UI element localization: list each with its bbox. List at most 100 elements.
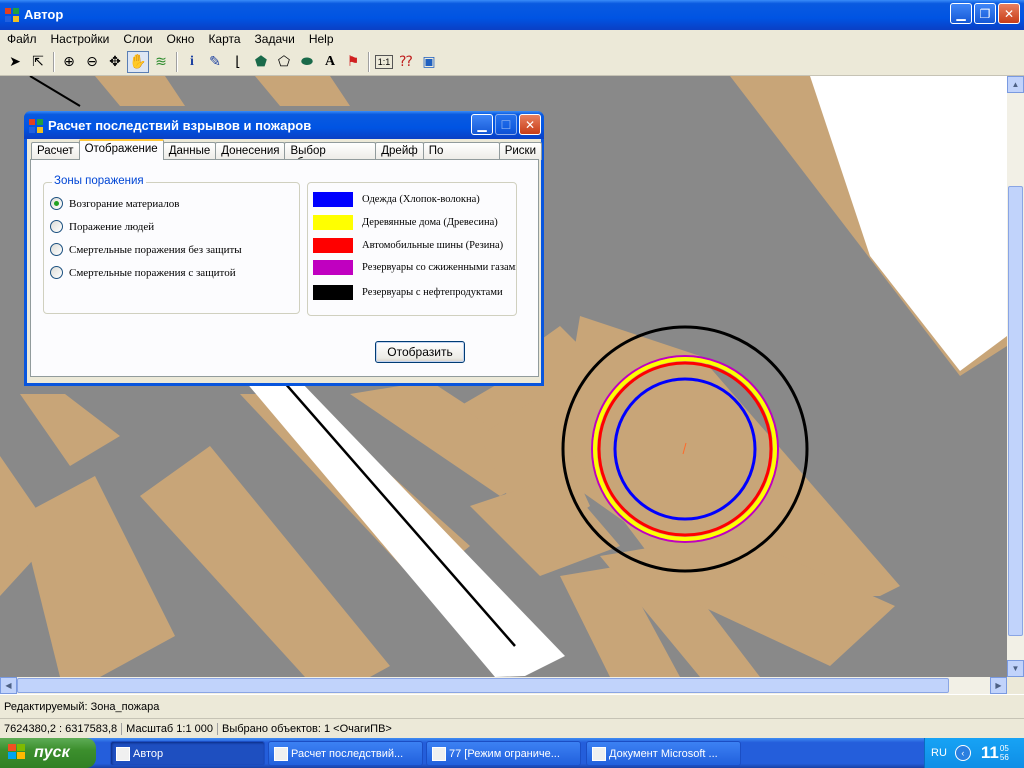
scroll-down-button[interactable]: ▼: [1007, 660, 1024, 677]
polyline-icon[interactable]: ⌊: [227, 51, 249, 73]
minimize-button[interactable]: ▁: [950, 3, 972, 24]
dialog-app-icon: [29, 119, 43, 133]
calc-dialog: Расчет последствий взрывов и пожаров ▁ ☐…: [24, 111, 544, 386]
status-bar: 7624380,2 : 6317583,8 Масштаб 1:1 000 Вы…: [0, 718, 1024, 738]
legend-swatch: [313, 215, 353, 230]
dialog-close-button[interactable]: ✕: [519, 114, 541, 135]
radio-label: Смертельные поражения с защитой: [69, 266, 236, 279]
legend-item: Резервуары с нефтепродуктами: [313, 285, 503, 300]
move-icon[interactable]: ✥: [104, 51, 126, 73]
menu-layers[interactable]: Слои: [116, 32, 159, 46]
language-indicator[interactable]: RU: [931, 747, 947, 759]
start-label: пуск: [34, 744, 70, 761]
radio-zone-lethal-unprotected[interactable]: Смертельные поражения без защиты: [50, 243, 242, 256]
select-arrow-icon[interactable]: ➤: [4, 51, 26, 73]
task-avtor[interactable]: Автор: [110, 741, 265, 766]
layers-icon[interactable]: ≋: [150, 51, 172, 73]
menu-map[interactable]: Карта: [201, 32, 247, 46]
menu-tasks[interactable]: Задачи: [248, 32, 302, 46]
tab-raschet[interactable]: Расчет: [31, 142, 80, 160]
system-tray: RU ‹ 11 05 56: [924, 738, 1024, 768]
task-word-doc[interactable]: Документ Microsoft ...: [586, 741, 741, 766]
scroll-left-button[interactable]: ◀: [0, 677, 17, 694]
legend-item: Одежда (Хлопок-волокна): [313, 192, 480, 207]
menu-window[interactable]: Окно: [160, 32, 202, 46]
arrow-down-icon: ▼: [1011, 664, 1020, 673]
zoom-in-icon[interactable]: ⊕: [58, 51, 80, 73]
legend-item: Автомобильные шины (Резина): [313, 238, 503, 253]
word-icon: [432, 747, 446, 761]
menubar: Файл Настройки Слои Окно Карта Задачи He…: [0, 30, 1024, 48]
ellipse-icon[interactable]: ⬬: [296, 51, 318, 73]
radio-zone-injury[interactable]: Поражение людей: [50, 220, 154, 233]
menu-file[interactable]: Файл: [0, 32, 44, 46]
app-icon: [274, 747, 288, 761]
text-icon[interactable]: A: [319, 51, 341, 73]
legend-panel: Одежда (Хлопок-волокна) Деревянные дома …: [307, 182, 517, 316]
minimize-icon: ▁: [477, 117, 487, 132]
tab-doneseniya[interactable]: Донесения: [215, 142, 286, 160]
pin-icon[interactable]: ✎: [204, 51, 226, 73]
radio-zone-ignition[interactable]: Возгорание материалов: [50, 197, 179, 210]
show-button[interactable]: Отобразить: [375, 341, 465, 363]
coordinates-readout: 7624380,2 : 6317583,8: [0, 722, 123, 735]
select-object-icon[interactable]: ⇱: [27, 51, 49, 73]
menu-settings[interactable]: Настройки: [44, 32, 117, 46]
polygon-icon[interactable]: ⬟: [250, 51, 272, 73]
legend-label: Резервуары со сжиженными газами: [362, 262, 517, 273]
dialog-maximize-button: ☐: [495, 114, 517, 135]
zoom-out-icon[interactable]: ⊖: [81, 51, 103, 73]
tab-dreif[interactable]: Дрейф: [375, 142, 424, 160]
scroll-up-button[interactable]: ▲: [1007, 76, 1024, 93]
radio-label: Поражение людей: [69, 220, 155, 233]
horizontal-scroll-thumb[interactable]: [17, 678, 949, 693]
close-icon: ✕: [524, 117, 536, 132]
menu-help[interactable]: Help: [302, 32, 341, 46]
tab-dannye[interactable]: Данные: [162, 142, 217, 160]
toolbar-separator: [176, 51, 178, 72]
image-icon[interactable]: ▣: [418, 51, 440, 73]
radio-zone-lethal-protected[interactable]: Смертельные поражения с защитой: [50, 266, 236, 279]
tab-otobrazhenie[interactable]: Отображение: [78, 139, 164, 160]
freeform-polygon-icon[interactable]: ⬠: [273, 51, 295, 73]
minimize-icon: ▁: [956, 6, 966, 21]
tab-po-ploshchadi[interactable]: По площади: [422, 142, 500, 169]
task-calc-dialog[interactable]: Расчет последствий...: [268, 741, 423, 766]
scroll-right-button[interactable]: ▶: [990, 677, 1007, 694]
arrow-left-icon: ◀: [5, 681, 12, 690]
taskbar: пуск Автор Расчет последствий... 77 [Реж…: [0, 738, 1024, 768]
task-label: 77 [Режим ограниче...: [449, 747, 560, 760]
selected-objects-readout: Выбрано объектов: 1 <ОчагиПВ>: [222, 722, 392, 735]
toolbar-separator: [368, 51, 370, 72]
horizontal-scrollbar[interactable]: ◀ ▶: [0, 677, 1007, 694]
app-titlebar[interactable]: Автор ▁ ❐ ✕: [0, 0, 1024, 30]
vertical-scroll-thumb[interactable]: [1008, 186, 1023, 636]
task-label: Автор: [133, 747, 164, 760]
task-label: Документ Microsoft ...: [609, 747, 718, 760]
tab-riski[interactable]: Риски: [498, 142, 542, 160]
flag-icon[interactable]: ⚑: [342, 51, 364, 73]
clock-minsec: 05 56: [1000, 744, 1009, 762]
legend-swatch: [313, 260, 353, 275]
query-icon[interactable]: ⁇: [395, 51, 417, 73]
task-label: Расчет последствий...: [291, 747, 404, 760]
tray-expand-icon[interactable]: ‹: [954, 745, 971, 761]
legend-swatch: [313, 192, 353, 207]
dialog-minimize-button[interactable]: ▁: [471, 114, 493, 135]
legend-label: Одежда (Хлопок-волокна): [362, 194, 480, 205]
tab-vybor-obekta[interactable]: Выбор объекта: [284, 142, 377, 169]
start-button[interactable]: пуск: [0, 738, 96, 768]
dialog-titlebar[interactable]: Расчет последствий взрывов и пожаров ▁ ☐…: [24, 111, 544, 139]
clock[interactable]: 11 05 56: [981, 743, 1009, 763]
info-icon[interactable]: i: [181, 51, 203, 73]
restore-icon: ❐: [979, 6, 991, 21]
close-button[interactable]: ✕: [998, 3, 1020, 24]
pan-hand-icon[interactable]: ✋: [127, 50, 149, 73]
radio-unchecked-icon: [50, 220, 63, 233]
task-word-doc-77[interactable]: 77 [Режим ограниче...: [426, 741, 581, 766]
word-icon: [592, 747, 606, 761]
vertical-scrollbar[interactable]: ▲ ▼: [1007, 76, 1024, 677]
radio-checked-icon: [50, 197, 63, 210]
restore-button[interactable]: ❐: [974, 3, 996, 24]
scale-icon[interactable]: 1:1: [375, 54, 393, 69]
